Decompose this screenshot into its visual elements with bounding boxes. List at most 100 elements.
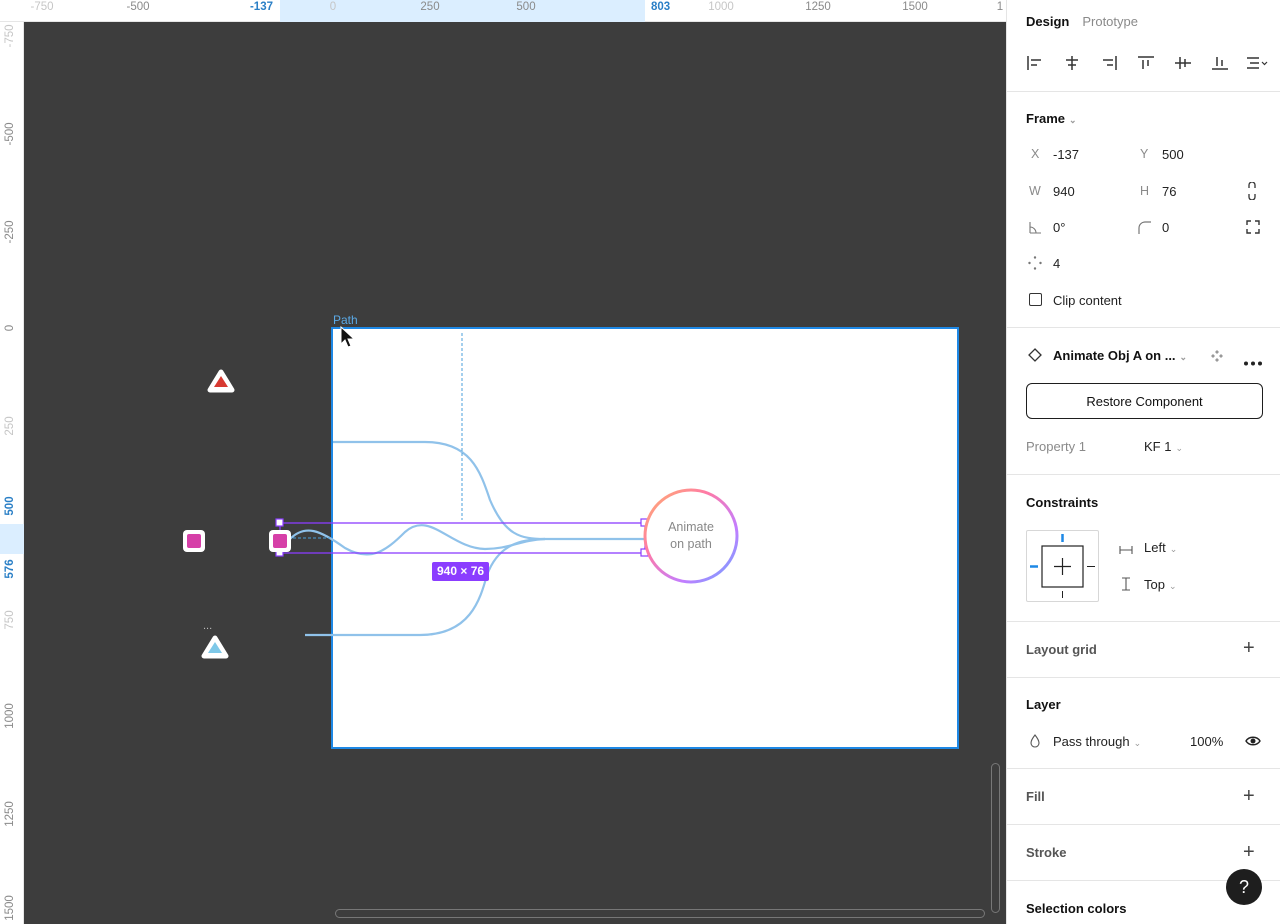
ruler-left-highlight [0,524,24,554]
path-frame[interactable] [331,327,959,749]
blend-mode-dropdown[interactable]: Pass through ⌄ [1053,734,1141,749]
frame-section-title[interactable]: Frame ⌄ [1026,111,1077,126]
ruler-tick-selected: 576 [4,559,16,579]
ruler-tick: -750 [4,24,16,48]
chevron-down-icon: ⌄ [1179,352,1188,362]
ruler-tick: 0 [329,1,337,13]
frame-title-text: Frame [1026,111,1066,126]
clip-content-checkbox[interactable] [1029,293,1042,306]
dimension-badge: 940 × 76 [432,562,490,581]
divider [1007,677,1280,678]
align-right-icon[interactable] [1098,52,1120,74]
tab-design[interactable]: Design [1026,14,1069,29]
add-layout-grid-plus-icon[interactable]: + [1243,638,1255,658]
ruler-tick: 1000 [708,1,734,13]
divider [1007,621,1280,622]
property-value-text: KF 1 [1144,439,1172,454]
x-input[interactable]: -137 [1053,147,1079,162]
frame-name-label[interactable]: Path [333,313,358,327]
y-label: Y [1140,147,1149,161]
x-label: X [1031,147,1040,161]
property-value-dropdown[interactable]: KF 1 ⌄ [1144,439,1183,454]
align-bottom-icon[interactable] [1209,52,1231,74]
chevron-down-icon: ⌄ [1169,544,1178,554]
alignment-toolbar [1024,52,1268,74]
component-name-dropdown[interactable]: Animate Obj A on ... ⌄ [1053,348,1187,363]
divider [1007,768,1280,769]
horizontal-constraint-dropdown[interactable]: Left ⌄ [1144,540,1177,555]
h-label: H [1140,184,1150,198]
properties-panel: Design Prototype Frame ⌄ X -137 Y 500 W 9… [1006,0,1280,924]
rotation-icon [1029,221,1042,239]
circle-text[interactable]: Animate on path [650,519,732,553]
stroke-title: Stroke [1026,845,1067,860]
ruler-tick: 250 [420,1,440,13]
ruler-tick-selected: 803 [651,1,671,13]
align-top-icon[interactable] [1135,52,1157,74]
opacity-input[interactable]: 100% [1190,734,1223,749]
align-horizontal-center-icon[interactable] [1061,52,1083,74]
ruler-tick-selected: -137 [249,1,273,13]
ruler-tick: 1250 [4,801,16,827]
constrain-proportions-icon[interactable] [1247,181,1257,205]
divider [1007,824,1280,825]
y-input[interactable]: 500 [1162,147,1184,162]
fill-title: Fill [1026,789,1045,804]
chevron-down-icon: ⌄ [1175,443,1184,453]
constraints-diagram [1030,534,1095,598]
ruler-tick: 1000 [4,703,16,729]
ruler-tick: -500 [126,1,150,13]
help-button[interactable]: ? [1226,869,1262,905]
w-input[interactable]: 940 [1053,184,1075,199]
blend-mode-drop-icon [1030,734,1040,753]
circle-text-line2: on path [670,537,712,551]
ruler-tick: 1500 [4,895,16,921]
horizontal-constraint-icon [1119,542,1133,560]
ruler-tick: 500 [516,1,536,13]
independent-corners-icon[interactable] [1246,220,1260,239]
tab-prototype[interactable]: Prototype [1082,14,1138,29]
circle-text-line1: Animate [668,520,714,534]
corner-radius-icon [1138,221,1151,239]
ruler-tick: 0 [4,324,16,332]
add-fill-plus-icon[interactable]: + [1243,786,1255,806]
ruler-tick: 250 [4,416,16,436]
count-input[interactable]: 4 [1053,256,1060,271]
go-to-main-component-icon[interactable] [1210,349,1224,368]
restore-component-button[interactable]: Restore Component [1026,383,1263,419]
layout-grid-title: Layout grid [1026,642,1097,657]
constraints-widget[interactable] [1026,530,1099,602]
ruler-tick: 1250 [805,1,831,13]
clip-content-label: Clip content [1053,293,1122,308]
rotation-input[interactable]: 0° [1053,220,1065,235]
figma-editor: -750 -500 -137 0 250 500 803 1000 1250 1… [0,0,1280,924]
ruler-tick-selected: 500 [4,496,16,516]
ruler-tick: -750 [30,1,54,13]
h-input[interactable]: 76 [1162,184,1176,199]
panel-tabs: Design Prototype [1026,14,1138,29]
distribute-menu-icon[interactable] [1246,52,1268,74]
add-stroke-plus-icon[interactable]: + [1243,842,1255,862]
ruler-tick: 1500 [902,1,928,13]
visibility-eye-icon[interactable] [1245,734,1261,752]
ruler-tick: 750 [4,610,16,630]
corner-radius-input[interactable]: 0 [1162,220,1169,235]
divider [1007,91,1280,92]
align-vertical-center-icon[interactable] [1172,52,1194,74]
horizontal-constraint-text: Left [1144,540,1166,555]
chevron-down-icon: ⌄ [1133,738,1142,748]
vertical-constraint-dropdown[interactable]: Top ⌄ [1144,577,1177,592]
vertical-scrollbar[interactable] [991,763,1000,913]
horizontal-scrollbar[interactable] [335,909,985,918]
selection-colors-title: Selection colors [1026,901,1127,916]
chevron-down-icon: ⌄ [1168,581,1177,591]
more-options-icon[interactable] [1244,353,1262,371]
divider [1007,327,1280,328]
ruler-tick: -500 [4,122,16,146]
align-left-icon[interactable] [1024,52,1046,74]
ruler-tick: 1 [996,1,1004,13]
ruler-left: -750 -500 -250 0 250 500 576 750 1000 12… [0,22,24,924]
ruler-top: -750 -500 -137 0 250 500 803 1000 1250 1… [0,0,1006,22]
vertical-constraint-icon [1121,577,1131,596]
w-label: W [1029,184,1041,198]
